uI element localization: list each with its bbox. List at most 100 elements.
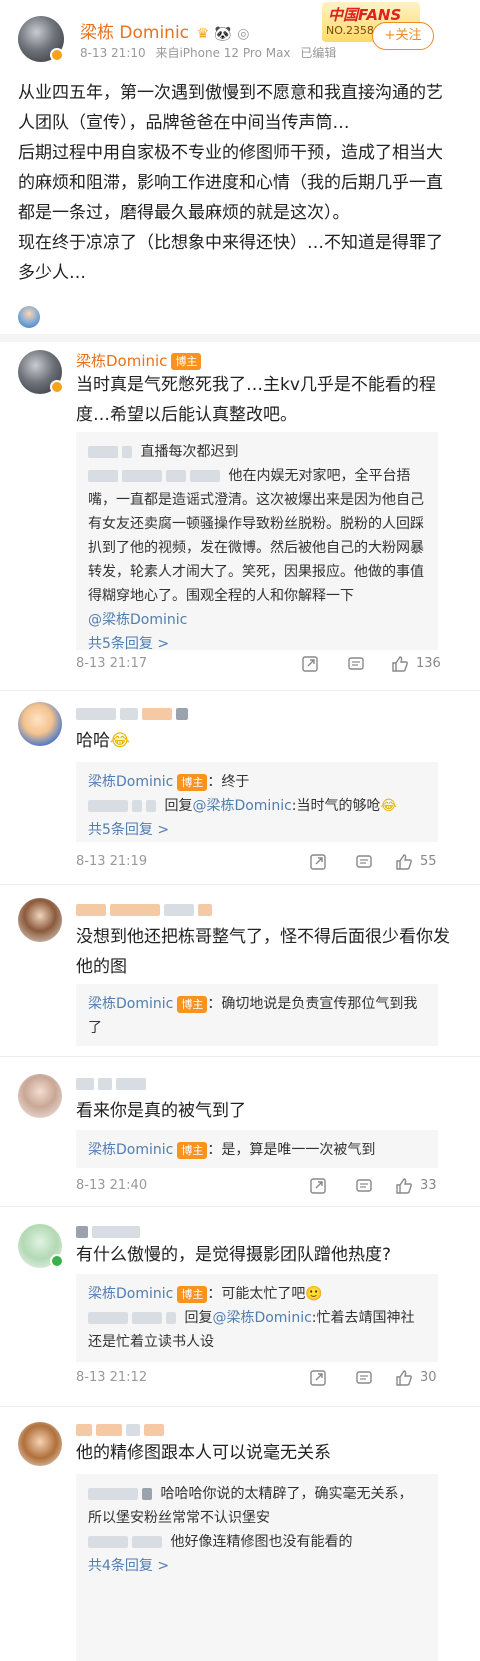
comment-icon[interactable] xyxy=(354,852,374,872)
reply-box[interactable]: 梁栋Dominic 博主 ：是，算是唯一一次被气到 xyxy=(76,1130,438,1168)
commenter-name[interactable] xyxy=(76,1074,150,1092)
blurred-name xyxy=(88,800,128,812)
share-icon[interactable] xyxy=(308,1176,328,1196)
like-icon[interactable] xyxy=(390,654,410,674)
reply-box[interactable]: 直播每次都迟到 他在内娱无对家吧，全平台捂嘴，一直都是造谣式澄清。这次被爆出来是… xyxy=(76,432,438,652)
reply-mention[interactable]: @梁栋Dominic xyxy=(212,1310,311,1326)
divider xyxy=(0,884,480,885)
post-time: 8-13 21:10 xyxy=(80,46,146,60)
reply-line: 他在内娱无对家吧，全平台捂嘴，一直都是造谣式澄清。这次被爆出来是因为他自己有女友… xyxy=(88,464,426,608)
more-replies-link[interactable]: 共5条回复 > xyxy=(88,818,426,842)
like-count: 136 xyxy=(416,656,441,671)
reply-mention[interactable]: @梁栋Dominic xyxy=(192,798,291,814)
laugh-emoji-icon: 😂 xyxy=(380,798,397,814)
reply-author[interactable]: 梁栋Dominic xyxy=(88,1142,173,1158)
reply-author[interactable]: 梁栋Dominic xyxy=(88,774,173,790)
blurred-name xyxy=(96,1423,122,1436)
blurred-name xyxy=(88,1488,138,1500)
comment-item: 有什么傲慢的，是觉得摄影团队蹭他热度? 梁栋Dominic 博主 ：可能太忙了吧🙂 … xyxy=(0,1208,480,1404)
reply-line: 梁栋Dominic 博主 ：是，算是唯一一次被气到 xyxy=(88,1138,426,1162)
blurred-name xyxy=(126,1423,140,1436)
like-icon[interactable] xyxy=(394,1368,414,1388)
more-replies-link[interactable]: 共5条回复 > xyxy=(88,632,426,656)
medal-icon: ◎ xyxy=(237,26,250,42)
post-paragraph: 现在终于凉凉了（比想象中来得还快）…不知道是得罪了多少人… xyxy=(18,233,443,283)
comment-icon[interactable] xyxy=(354,1176,374,1196)
reply-box[interactable]: 梁栋Dominic 博主 ：可能太忙了吧🙂 回复@梁栋Dominic:忙着去靖国神社… xyxy=(76,1274,438,1362)
comment-icon[interactable] xyxy=(354,1368,374,1388)
author-name[interactable]: 梁栋 Dominic ♛ 🐼 ◎ xyxy=(80,18,249,43)
reply-author[interactable]: 梁栋Dominic xyxy=(88,1286,173,1302)
commenter-name[interactable]: 梁栋Dominic 博主 xyxy=(76,350,202,371)
reply-text: :忙着去靖国神社 xyxy=(311,1310,415,1326)
comment-text: 有什么傲慢的，是觉得摄影团队蹭他热度? xyxy=(76,1245,392,1265)
blurred-name xyxy=(76,1225,88,1238)
reply-line: 梁栋Dominic 博主 ：可能太忙了吧🙂 xyxy=(88,1282,426,1306)
author-badge: 博主 xyxy=(177,1285,208,1303)
blurred-name xyxy=(76,1423,92,1436)
verified-badge-icon xyxy=(50,380,64,394)
laugh-emoji-icon: 😂 xyxy=(110,731,130,751)
commenter-name[interactable] xyxy=(76,1222,144,1240)
author-badge: 博主 xyxy=(177,995,208,1013)
like-icon[interactable] xyxy=(394,852,414,872)
reply-line: @梁栋Dominic xyxy=(88,608,426,632)
more-replies-link[interactable]: 共4条回复 > xyxy=(88,1554,426,1578)
section-divider xyxy=(0,334,480,342)
comment-item: 哈哈😂 梁栋Dominic 博主 ：终于 回复@梁栋Dominic:当时气的够呛😂 … xyxy=(0,692,480,880)
share-icon[interactable] xyxy=(308,852,328,872)
post-edited: 已编辑 xyxy=(300,46,337,60)
blurred-name xyxy=(88,1312,128,1324)
follow-button[interactable]: +关注 xyxy=(372,22,434,50)
reply-author[interactable]: 梁栋Dominic xyxy=(88,996,173,1012)
comment-footer: 8-13 21:19 55 xyxy=(76,852,456,874)
reply-line: 回复@梁栋Dominic:当时气的够呛😂 xyxy=(88,794,426,818)
blurred-name xyxy=(166,1312,176,1324)
share-icon[interactable] xyxy=(300,654,320,674)
author-badge: 博主 xyxy=(171,353,202,370)
blurred-name xyxy=(146,800,156,812)
reply-box[interactable]: 梁栋Dominic 博主 ：终于 回复@梁栋Dominic:当时气的够呛😂 共5条回… xyxy=(76,762,438,842)
author-badge: 博主 xyxy=(177,773,208,791)
blurred-name xyxy=(110,903,160,916)
comment-text-content: 哈哈 xyxy=(76,731,110,751)
comment-text: 哈哈😂 xyxy=(76,726,456,756)
blurred-name xyxy=(132,1536,162,1548)
like-icon[interactable] xyxy=(394,1176,414,1196)
blurred-name xyxy=(98,1077,112,1090)
crown-icon: ♛ xyxy=(196,26,209,42)
commenter-name[interactable] xyxy=(76,704,192,722)
like-count: 30 xyxy=(420,1370,437,1385)
commenter-name[interactable] xyxy=(76,900,216,918)
commenter-name-text: 梁栋Dominic xyxy=(76,352,168,370)
commenter-avatar[interactable] xyxy=(18,898,62,942)
reply-line: 梁栋Dominic 博主 ：终于 xyxy=(88,770,426,794)
post-meta: 8-13 21:10 来自iPhone 12 Pro Max 已编辑 xyxy=(80,44,336,61)
reply-box[interactable]: 梁栋Dominic 博主 ：确切地说是负责宣传那位气到我了 xyxy=(76,984,438,1046)
comment-icon[interactable] xyxy=(346,654,366,674)
reply-prefix: 回复 xyxy=(184,1310,213,1326)
commenter-name[interactable] xyxy=(76,1420,168,1438)
post-source: 来自iPhone 12 Pro Max xyxy=(155,46,291,60)
blurred-name xyxy=(120,707,138,720)
commenter-avatar[interactable] xyxy=(18,1074,62,1118)
commenter-avatar[interactable] xyxy=(18,1422,62,1466)
reply-prefix: 回复 xyxy=(164,798,193,814)
like-count: 55 xyxy=(420,854,437,869)
reply-mention[interactable]: @梁栋Dominic xyxy=(88,612,187,628)
verified-badge-icon xyxy=(50,48,64,62)
reply-line: 梁栋Dominic 博主 ：确切地说是负责宣传那位气到我了 xyxy=(88,992,426,1040)
reply-line: 直播每次都迟到 xyxy=(88,440,426,464)
share-icon[interactable] xyxy=(308,1368,328,1388)
verified-badge-icon xyxy=(50,1254,64,1268)
author-name-text: 梁栋 Dominic xyxy=(80,23,190,43)
comment-text: 看来你是真的被气到了 xyxy=(76,1101,246,1121)
reply-text: :当时气的够呛 xyxy=(291,798,381,814)
reply-box[interactable]: 哈哈哈你说的太精辟了，确实毫无关系， 所以堡安粉丝常常不认识堡安 他好像连精修图… xyxy=(76,1474,438,1661)
blurred-name xyxy=(142,1488,152,1500)
blurred-name xyxy=(142,707,172,720)
divider xyxy=(0,1206,480,1207)
reply-line: 他好像连精修图也没有能看的 xyxy=(88,1530,426,1554)
post-paragraph: 后期过程中用自家极不专业的修图师干预，造成了相当大的麻烦和阻滞，影响工作进度和心… xyxy=(18,143,443,223)
commenter-avatar[interactable] xyxy=(18,702,62,746)
